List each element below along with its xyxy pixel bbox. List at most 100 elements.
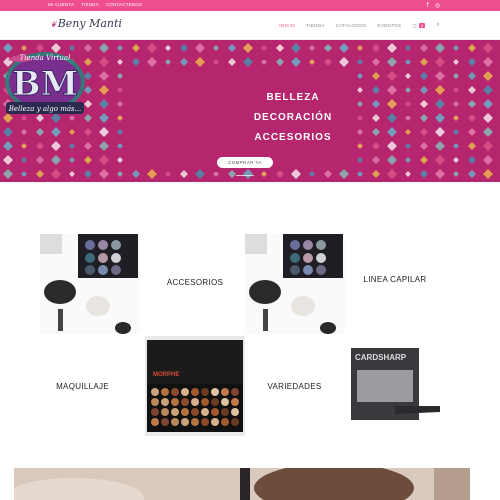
hero-diamond <box>357 45 363 51</box>
cart-button[interactable]: ◻ 0 <box>412 22 426 29</box>
hero-logo-top-text: Tienda Virtual <box>20 54 71 62</box>
category-label-accesorios[interactable]: ACCESORIOS <box>150 278 240 287</box>
maquillaje-image[interactable]: MORPHE <box>145 336 245 436</box>
hero-diamond <box>468 72 476 80</box>
linea-capilar-image[interactable] <box>245 234 345 334</box>
hero-diamond <box>324 58 332 66</box>
hero-diamond <box>420 44 428 52</box>
hero-diamond <box>357 101 363 107</box>
hero-diamond <box>3 155 13 165</box>
hero-diamond <box>213 171 219 177</box>
hero-diamond <box>420 142 428 150</box>
hero-diamond <box>420 128 428 136</box>
hero-diamond <box>435 169 445 179</box>
eyeshadow-pan <box>181 408 189 416</box>
hero-diamond <box>117 129 123 135</box>
hero-diamond <box>483 155 493 165</box>
accesorios-image[interactable] <box>40 234 140 334</box>
category-label-linea-capilar[interactable]: LINEA CAPILAR <box>360 275 430 284</box>
site-logo[interactable]: ❦Beny Manti <box>50 17 122 30</box>
hero-diamond <box>468 114 476 122</box>
hero-diamond <box>195 169 205 179</box>
hero-diamond <box>372 86 380 94</box>
hero-diamond <box>387 85 397 95</box>
hero-diamond <box>99 169 109 179</box>
variedades-image[interactable]: CARDSHARP <box>345 336 445 436</box>
hero-diamond <box>117 115 123 121</box>
hero-diamond <box>3 141 13 151</box>
hero-diamond <box>453 157 459 163</box>
hero-diamond <box>3 169 13 179</box>
instagram-icon[interactable]: ◎ <box>435 2 440 9</box>
hero-diamond <box>228 170 236 178</box>
hero-diamond <box>243 43 253 53</box>
hero-diamond <box>468 128 476 136</box>
hero-diamond <box>165 171 171 177</box>
eyeshadow-pan <box>151 398 159 406</box>
hero-diamond <box>357 59 363 65</box>
hero-diamond <box>468 86 476 94</box>
my-account-link[interactable]: MI CUENTA <box>48 2 74 7</box>
hero-diamond <box>147 169 157 179</box>
hero-diamond <box>117 87 123 93</box>
nav-item-tienda[interactable]: TIENDA <box>306 23 325 28</box>
category-label-maquillaje[interactable]: MAQUILLAJE <box>40 382 125 391</box>
hero-diamond <box>132 58 140 66</box>
hero-diamond <box>99 57 109 67</box>
hero-diamond <box>468 170 476 178</box>
hero-diamond <box>435 85 445 95</box>
hero-diamond <box>324 44 332 52</box>
hero-diamond <box>435 113 445 123</box>
hero-diamond <box>483 71 493 81</box>
hero-diamond <box>420 72 428 80</box>
hero-diamond <box>405 101 411 107</box>
shop-link[interactable]: TIENDA <box>81 2 99 7</box>
makeup-brushes-photo <box>40 234 140 334</box>
slider-indicator[interactable] <box>236 175 254 176</box>
eyeshadow-pan <box>191 418 199 426</box>
hero-diamond <box>21 171 27 177</box>
hero-diamond <box>483 127 493 137</box>
hero-diamond <box>387 43 397 53</box>
hero-diamond <box>387 99 397 109</box>
facebook-icon[interactable]: f <box>427 2 429 9</box>
hero-diamond <box>276 58 284 66</box>
nav-item-catalogos[interactable]: CATALOGOS <box>336 23 367 28</box>
hero-word-accesorios: ACCESORIOS <box>254 132 332 143</box>
contact-link[interactable]: CONTACTENOS <box>106 2 142 7</box>
eyeshadow-pan <box>201 388 209 396</box>
hero-diamond <box>483 113 493 123</box>
hero-diamond <box>180 44 188 52</box>
category-label-variedades[interactable]: VARIEDADES <box>252 382 337 391</box>
hero-diamond <box>435 127 445 137</box>
search-icon[interactable]: ⌕ <box>436 22 440 29</box>
eyeshadow-pan <box>191 398 199 406</box>
hero-diamond <box>483 43 493 53</box>
hero-diamond <box>99 155 109 165</box>
hero-word-belleza: BELLEZA <box>266 92 320 103</box>
eyeshadow-pan <box>221 388 229 396</box>
nav-item-inicio[interactable]: INICIO <box>279 23 295 28</box>
cart-icon: ◻ <box>412 22 417 29</box>
butterfly-icon: ❦ <box>50 20 57 29</box>
hero-diamond <box>3 127 13 137</box>
hero-diamond <box>357 171 363 177</box>
hero-diamond <box>405 73 411 79</box>
eyeshadow-pan <box>151 418 159 426</box>
hero-diamond <box>309 171 315 177</box>
eyeshadow-pan <box>151 408 159 416</box>
eyeshadow-pan <box>181 398 189 406</box>
eyeshadow-pan <box>161 418 169 426</box>
hero-diamond <box>387 169 397 179</box>
hero-diamond <box>117 45 123 51</box>
hero-diamond <box>405 129 411 135</box>
hero-diamond <box>435 43 445 53</box>
hero-diamond <box>435 57 445 67</box>
hero-diamond <box>372 156 380 164</box>
hero-diamond <box>405 143 411 149</box>
nav-item-eventos[interactable]: EVENTOS <box>377 23 401 28</box>
buy-now-button[interactable]: COMPRAR YA <box>217 157 273 168</box>
hero-diamond <box>405 157 411 163</box>
hero-diamond <box>165 59 171 65</box>
featured-photo-strip <box>14 468 470 500</box>
